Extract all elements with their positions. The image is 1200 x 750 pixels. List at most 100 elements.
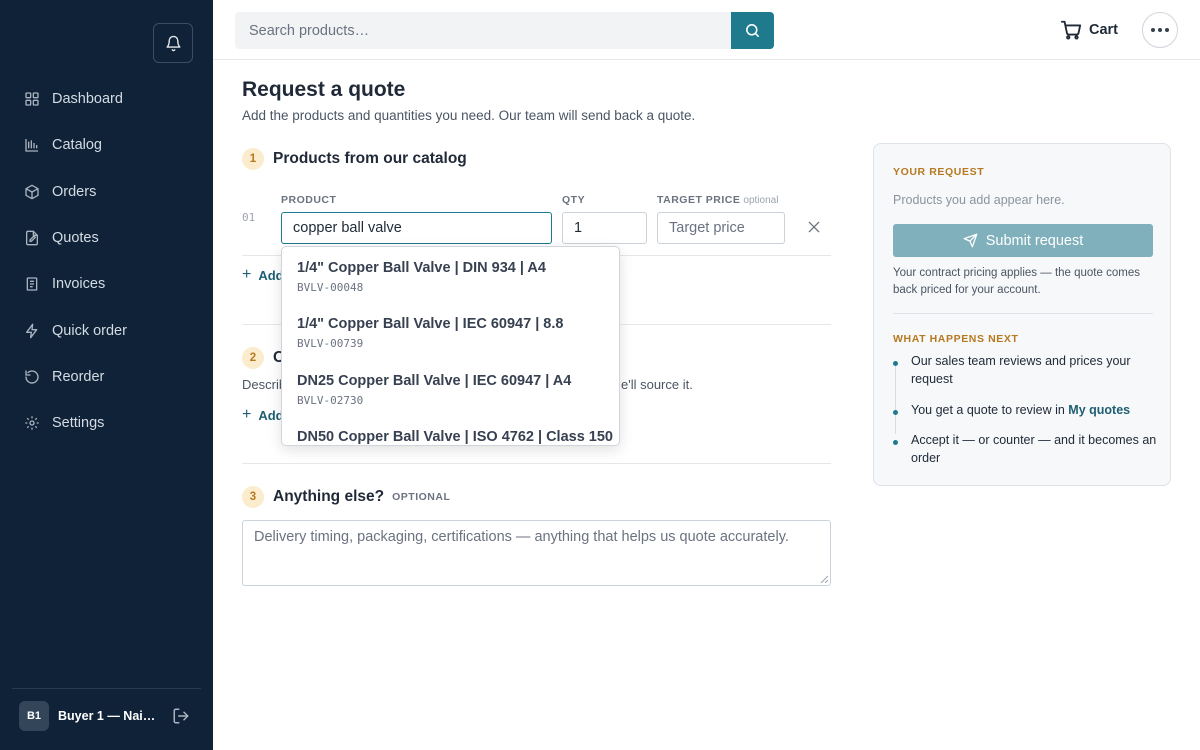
step-badge: 1 <box>242 148 264 170</box>
sidebar: Dashboard Catalog Orders Quotes Invoices… <box>0 0 213 750</box>
section-divider <box>242 463 831 464</box>
dashboard-icon <box>25 92 39 106</box>
orders-icon <box>25 184 39 200</box>
add-product-label: Add <box>258 267 284 283</box>
product-column-label: PRODUCT <box>281 194 337 206</box>
suggestion-name: 1/4" Copper Ball Valve | DIN 934 | A4 <box>297 260 546 276</box>
suggestion-name: DN25 Copper Ball Valve | IEC 60947 | A4 <box>297 373 572 389</box>
top-bar: Search products… Cart <box>213 0 1200 60</box>
pricing-note: Your contract pricing applies — the quot… <box>893 267 1140 296</box>
sidebar-item-label: Settings <box>52 415 105 432</box>
quantity-field[interactable]: 1 <box>562 212 647 244</box>
sidebar-item-label: Orders <box>52 183 97 200</box>
section-notes-header: 3 Anything else? OPTIONAL <box>242 486 450 508</box>
submit-label: Submit request <box>985 232 1084 249</box>
product-search-field[interactable]: copper ball valve <box>281 212 552 244</box>
page-title: Request a quote <box>242 78 406 101</box>
section-description-end: e'll source it. <box>621 377 693 392</box>
my-quotes-link[interactable]: My quotes <box>1068 403 1130 417</box>
suggestion-item[interactable]: 1/4" Copper Ball Valve | DIN 934 | A4 BV… <box>297 260 546 294</box>
section-title: Products from our catalog <box>273 150 467 167</box>
reorder-icon <box>25 370 39 384</box>
sidebar-item-quick-order[interactable]: Quick order <box>0 307 213 353</box>
optional-label: optional <box>743 195 779 206</box>
more-icon <box>1151 28 1169 32</box>
suggestion-name: DN50 Copper Ball Valve | ISO 4762 | Clas… <box>297 429 613 445</box>
step-badge: 2 <box>242 347 264 369</box>
plus-icon: + <box>242 406 252 423</box>
target-price-field[interactable]: Target price <box>657 212 785 244</box>
more-menu-button[interactable] <box>1142 12 1178 48</box>
sidebar-item-invoices[interactable]: Invoices <box>0 261 213 307</box>
quotes-icon <box>26 230 38 246</box>
qty-column-label: QTY <box>562 194 586 206</box>
timeline-line <box>895 363 896 434</box>
sidebar-item-settings[interactable]: Settings <box>0 400 213 446</box>
sidebar-item-orders[interactable]: Orders <box>0 169 213 215</box>
add-item-link[interactable]: + Add <box>242 406 284 424</box>
sidebar-item-dashboard[interactable]: Dashboard <box>0 76 213 122</box>
search-icon <box>746 24 759 37</box>
panel-divider <box>893 313 1153 314</box>
section-products-header: 1 Products from our catalog <box>242 148 467 170</box>
sidebar-item-label: Reorder <box>52 368 105 385</box>
timeline-dot <box>893 361 898 366</box>
suggestion-sku: BVLV-00048 <box>297 281 364 294</box>
remove-row-icon[interactable] <box>806 219 822 235</box>
send-icon <box>963 233 978 248</box>
suggestion-sku: BVLV-00739 <box>297 337 364 350</box>
row-number: 01 <box>242 211 256 224</box>
suggestion-sku: BVLV-02730 <box>297 394 364 407</box>
section-title: Anything else? <box>273 488 385 505</box>
timeline-dot <box>893 440 898 445</box>
next-step-text: You get a quote to review in <box>911 403 1069 417</box>
next-step-item: Our sales team reviews and prices your r… <box>911 354 1131 386</box>
invoices-icon <box>26 277 38 291</box>
target-price-column-label: TARGET PRICE optional <box>657 194 778 206</box>
cart-button[interactable]: Cart <box>1060 18 1118 42</box>
avatar[interactable]: B1 <box>19 701 49 731</box>
user-account: B1 Buyer 1 — Nairobi <box>19 701 199 731</box>
notes-textarea[interactable]: Delivery timing, packaging, certificatio… <box>242 520 831 586</box>
sidebar-divider <box>12 688 201 689</box>
sidebar-item-label: Invoices <box>52 276 106 293</box>
suggestion-item[interactable]: 1/4" Copper Ball Valve | IEC 60947 | 8.8… <box>297 316 563 350</box>
sidebar-nav: Dashboard Catalog Orders Quotes Invoices… <box>0 76 213 446</box>
settings-icon <box>25 416 39 430</box>
what-happens-next-heading: WHAT HAPPENS NEXT <box>893 333 1019 345</box>
logout-icon[interactable] <box>172 707 190 725</box>
suggestion-name: 1/4" Copper Ball Valve | IEC 60947 | 8.8 <box>297 316 564 332</box>
add-item-label: Add <box>258 407 284 423</box>
product-suggestions-dropdown: 1/4" Copper Ball Valve | DIN 934 | A4 BV… <box>281 246 620 446</box>
sidebar-item-label: Catalog <box>52 137 102 154</box>
notes-placeholder: Delivery timing, packaging, certificatio… <box>254 529 789 545</box>
section-other-header: 2 O <box>242 347 285 369</box>
user-name: Buyer 1 — Nairobi <box>58 709 158 723</box>
sidebar-item-reorder[interactable]: Reorder <box>0 354 213 400</box>
sidebar-item-label: Dashboard <box>52 91 123 108</box>
catalog-icon <box>25 139 38 153</box>
sidebar-item-catalog[interactable]: Catalog <box>0 122 213 168</box>
resize-handle-icon[interactable] <box>820 575 828 583</box>
request-summary-panel: YOUR REQUEST Products you add appear her… <box>873 143 1171 486</box>
quick-order-icon <box>26 323 38 338</box>
suggestion-item[interactable]: DN25 Copper Ball Valve | IEC 60947 | A4 … <box>297 373 571 407</box>
submit-request-button[interactable]: Submit request <box>893 224 1153 257</box>
notifications-button[interactable] <box>153 23 193 63</box>
your-request-heading: YOUR REQUEST <box>893 166 985 178</box>
cart-icon <box>1060 20 1082 40</box>
bell-icon <box>165 35 181 51</box>
sidebar-item-quotes[interactable]: Quotes <box>0 215 213 261</box>
add-product-link[interactable]: + Add <box>242 266 284 284</box>
search-input[interactable]: Search products… <box>235 12 731 49</box>
optional-tag: OPTIONAL <box>392 491 451 503</box>
cart-label: Cart <box>1089 22 1119 38</box>
next-step-item: You get a quote to review in My quotes <box>911 402 1158 420</box>
search-button[interactable] <box>731 12 774 49</box>
step-badge: 3 <box>242 486 264 508</box>
target-price-label: TARGET PRICE <box>657 194 741 206</box>
sidebar-item-label: Quick order <box>52 322 127 339</box>
suggestion-item[interactable]: DN50 Copper Ball Valve | ISO 4762 | Clas… <box>297 429 613 445</box>
section-description: Describ <box>242 377 287 392</box>
page-subtitle: Add the products and quantities you need… <box>242 108 696 123</box>
